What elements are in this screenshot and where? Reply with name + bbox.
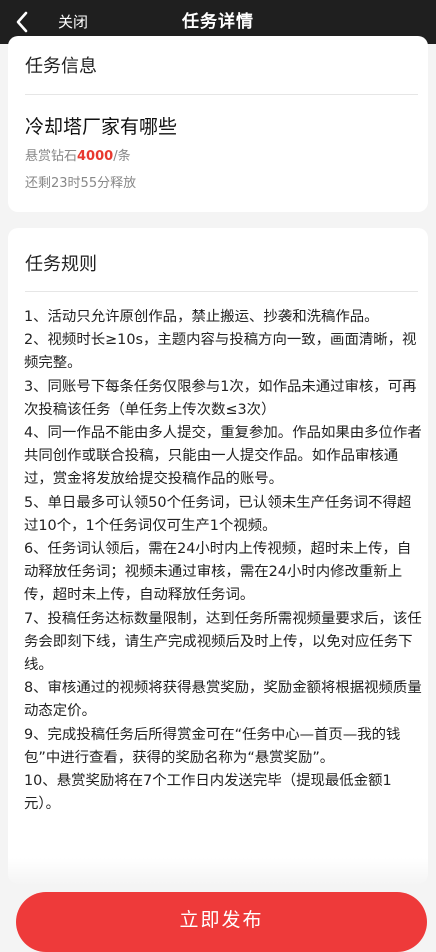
rule-item: 6、任务词认领后，需在24小时内上传视频，超时未上传，自动释放任务词；视频未通过… xyxy=(24,541,412,604)
rule-item: 2、视频时长≥10s，主题内容与投稿方向一致，画面清晰，视频完整。 xyxy=(24,332,417,372)
rules-list: 1、活动只允许原创作品，禁止搬运、抄袭和洗稿作品。 2、视频时长≥10s，主题内… xyxy=(24,306,422,816)
rule-item: 4、同一作品不能由多人提交，重复参加。作品如果由多位作者共同创作或联合投稿，只能… xyxy=(24,425,422,488)
reward-suffix: /条 xyxy=(113,149,131,164)
reward-line: 悬赏钻石4000/条 xyxy=(25,148,131,166)
divider xyxy=(25,291,418,292)
page-title: 任务详情 xyxy=(182,12,254,32)
rule-item: 5、单日最多可认领50个任务词，已认领未生产任务词不得超过10个，1个任务词仅可… xyxy=(24,494,412,534)
reward-prefix: 悬赏钻石 xyxy=(25,149,78,164)
task-info-card: 任务信息 冷却塔厂家有哪些 悬赏钻石4000/条 还剩23时55分释放 xyxy=(8,36,428,212)
rule-item: 3、同账号下每条任务仅限参与1次，如作品未通过审核，可再次投稿该任务（单任务上传… xyxy=(24,378,417,418)
publish-button[interactable]: 立即发布 xyxy=(16,892,427,952)
rule-item: 10、悬赏奖励将在7个工作日内发送完毕（提现最低金额1元）。 xyxy=(24,773,392,813)
rule-item: 7、投稿任务达标数量限制，达到任务所需视频量要求后，该任务会即刻下线，请生产完成… xyxy=(24,610,422,674)
reward-amount: 4000 xyxy=(77,149,114,164)
rule-item: 1、活动只允许原创作品，禁止搬运、抄袭和洗稿作品。 xyxy=(24,309,379,325)
task-rules-title: 任务规则 xyxy=(25,254,97,275)
task-info-title: 任务信息 xyxy=(25,56,97,77)
divider xyxy=(25,94,418,95)
task-rules-card: 任务规则 1、活动只允许原创作品，禁止搬运、抄袭和洗稿作品。 2、视频时长≥10… xyxy=(8,228,428,884)
remaining-time: 还剩23时55分释放 xyxy=(25,176,137,191)
rule-item: 9、完成投稿任务后所得赏金可在“任务中心—首页—我的钱包”中进行查看，获得的奖励… xyxy=(24,726,401,766)
task-name: 冷却塔厂家有哪些 xyxy=(25,116,178,138)
rule-item: 8、审核通过的视频将获得悬赏奖励，奖励金额将根据视频质量动态定价。 xyxy=(24,680,422,720)
